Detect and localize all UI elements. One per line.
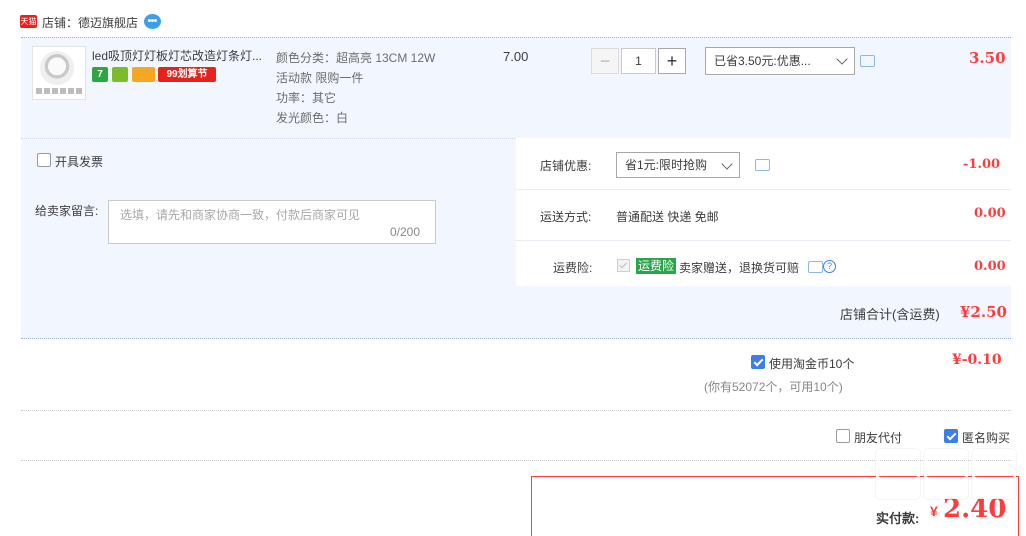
- credit-card-badge-icon: [132, 67, 155, 82]
- thumbnail-caption: [36, 88, 82, 94]
- invoice-label: 开具发票: [55, 155, 104, 169]
- note-label: 给卖家留言:: [35, 204, 99, 218]
- watermark-logo-icon: [876, 449, 920, 499]
- sku-power: 功率：其它: [276, 91, 337, 105]
- chevron-down-icon: [836, 53, 848, 65]
- payment-currency: ¥: [930, 503, 938, 519]
- chat-icon[interactable]: [144, 14, 161, 29]
- friend-pay-checkbox[interactable]: [836, 429, 850, 443]
- item-total-price: 3.50: [969, 49, 1006, 67]
- shop-promo-label: 店铺优惠:: [540, 159, 592, 173]
- insurance-amount: 0.00: [974, 259, 1006, 274]
- product-title[interactable]: led吸顶灯灯板灯芯改造灯条灯...: [92, 47, 272, 64]
- insurance-label: 运费险:: [553, 261, 593, 275]
- shipping-method: 普通配送 快递 免邮: [616, 210, 719, 224]
- seven-day-return-badge: 7: [92, 67, 108, 82]
- friend-pay-label: 朋友代付: [854, 431, 903, 445]
- sku-light-color: 发光颜色：白: [276, 111, 349, 125]
- sku-activity: 活动款 限购一件: [276, 71, 364, 85]
- shop-promo-amount: -1.00: [963, 157, 1001, 172]
- message-icon[interactable]: [755, 159, 770, 171]
- service-badge-icon: [112, 67, 128, 82]
- shipping-amount: 0.00: [974, 206, 1006, 221]
- coins-balance-note: (你有52072个，可用10个): [704, 380, 843, 394]
- help-icon[interactable]: ?: [823, 260, 836, 273]
- item-promo-select[interactable]: 已省3.50元:优惠...: [705, 47, 855, 75]
- sku-color: 颜色分类：超高亮 13CM 12W: [276, 51, 436, 65]
- quantity-increase-button[interactable]: +: [658, 48, 686, 74]
- shop-promo-value: 省1元:限时抢购: [625, 158, 708, 172]
- shipping-label: 运送方式:: [540, 210, 592, 224]
- quantity-input[interactable]: 1: [621, 48, 656, 74]
- use-coins-checkbox[interactable]: [751, 355, 765, 369]
- message-icon[interactable]: [808, 261, 823, 273]
- message-icon[interactable]: [860, 55, 875, 67]
- payment-label: 实付款:: [876, 511, 920, 526]
- watermark-logo-icon: [972, 449, 1016, 499]
- lamp-image-icon: [40, 51, 74, 85]
- divider: [21, 460, 1011, 461]
- coins-discount: ¥-0.10: [952, 352, 1002, 368]
- chevron-down-icon: [721, 158, 733, 170]
- watermark-logo-icon: [924, 449, 968, 499]
- insurance-checkbox: [617, 259, 630, 272]
- promo-festival-badge: 99划算节: [158, 67, 216, 82]
- anonymous-purchase-label: 匿名购买: [962, 431, 1011, 445]
- quantity-decrease-button[interactable]: −: [591, 48, 619, 74]
- item-promo-value: 已省3.50元:优惠...: [714, 54, 811, 68]
- note-char-count: 0/200: [390, 225, 421, 239]
- shop-total-value: ¥2.50: [960, 303, 1007, 321]
- divider: [516, 189, 1011, 190]
- shop-promo-select[interactable]: 省1元:限时抢购: [616, 152, 740, 178]
- unit-price: 7.00: [503, 49, 529, 64]
- seller-note-placeholder: 选填，请先和商家协商一致，付款后商家可见: [120, 208, 361, 222]
- use-coins-label: 使用淘金币10个: [769, 357, 855, 371]
- divider: [21, 410, 1011, 411]
- shop-name[interactable]: 店铺：德迈旗舰店: [42, 14, 138, 31]
- divider: [516, 240, 1011, 241]
- invoice-checkbox[interactable]: [37, 153, 51, 167]
- insurance-tag: 运费险: [636, 258, 677, 274]
- shop-total-label: 店铺合计(含运费): [840, 307, 940, 322]
- tmall-badge: 天猫: [20, 15, 37, 28]
- anonymous-purchase-checkbox[interactable]: [944, 429, 958, 443]
- insurance-description: 卖家赠送，退换货可赔: [679, 261, 800, 275]
